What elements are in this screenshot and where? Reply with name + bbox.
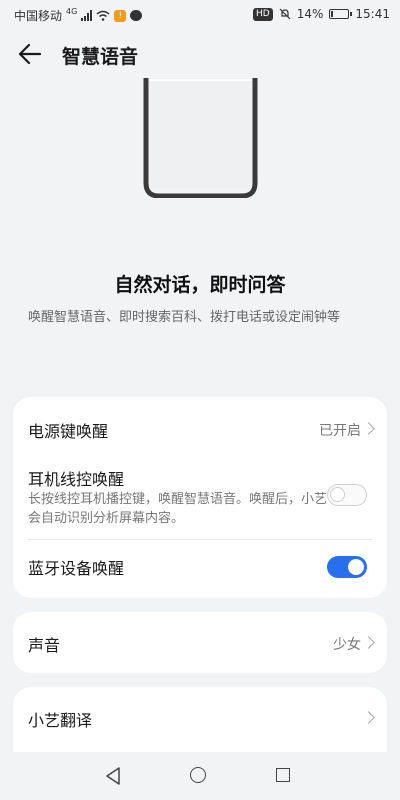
back-button[interactable] [16, 40, 44, 68]
toggle-knob [330, 487, 345, 502]
notification-app-icon: ! [114, 9, 127, 22]
power-key-wake-row[interactable]: 电源键唤醒 已开启 [13, 397, 387, 459]
battery-percent: 14% [296, 7, 324, 21]
bluetooth-wake-toggle[interactable] [327, 556, 367, 578]
voice-label: 声音 [28, 636, 61, 655]
clock: 15:41 [355, 7, 390, 21]
chevron-right-icon [362, 422, 375, 435]
power-key-wake-label: 电源键唤醒 [28, 422, 109, 441]
nav-back-icon[interactable] [105, 767, 121, 785]
bluetooth-wake-label: 蓝牙设备唤醒 [28, 559, 125, 578]
system-nav-bar [0, 752, 400, 800]
wake-settings-card: 电源键唤醒 已开启 耳机线控唤醒 长按线控耳机播控键，唤醒智慧语音。唤醒后，小艺… [13, 397, 387, 598]
voice-value: 少女 [333, 637, 361, 653]
headset-wake-label: 耳机线控唤醒 [28, 470, 125, 489]
translate-label: 小艺翻译 [28, 711, 93, 730]
carrier-label: 中国移动 [14, 9, 63, 23]
feature-description: 唤醒智慧语音、即时搜索百科、拨打电话或设定闹钟等 [28, 310, 341, 325]
nav-home-icon[interactable] [190, 767, 206, 783]
battery-icon [329, 9, 353, 19]
wifi-icon [96, 10, 110, 21]
voice-settings-card[interactable]: 声音 少女 [13, 612, 387, 673]
app-header: 智慧语音 [0, 30, 400, 78]
message-icon [130, 10, 143, 21]
toggle-knob [348, 559, 364, 575]
bluetooth-wake-row: 蓝牙设备唤醒 [13, 540, 387, 598]
hd-badge: HD [253, 7, 273, 21]
network-type: 4G [66, 7, 78, 16]
signal-icon [81, 10, 93, 21]
chevron-right-icon [362, 636, 375, 649]
feature-headline: 自然对话，即时问答 [114, 274, 286, 296]
power-key-wake-status: 已开启 [319, 423, 361, 439]
nav-recents-icon[interactable] [276, 768, 290, 782]
chevron-right-icon [362, 711, 375, 724]
headset-wake-toggle[interactable] [327, 484, 367, 506]
headset-wake-row: 耳机线控唤醒 长按线控耳机播控键，唤醒智慧语音。唤醒后，小艺会自动识别分析屏幕内… [13, 459, 387, 539]
page-title: 智慧语音 [62, 46, 139, 68]
status-bar: 中国移动 4G ! HD 14% 15:41 [0, 0, 400, 30]
headset-wake-description: 长按线控耳机播控键，唤醒智慧语音。唤醒后，小艺会自动识别分析屏幕内容。 [28, 492, 328, 526]
mute-bell-icon [279, 8, 291, 20]
phone-illustration [143, 78, 258, 198]
arrow-left-icon [18, 43, 42, 65]
